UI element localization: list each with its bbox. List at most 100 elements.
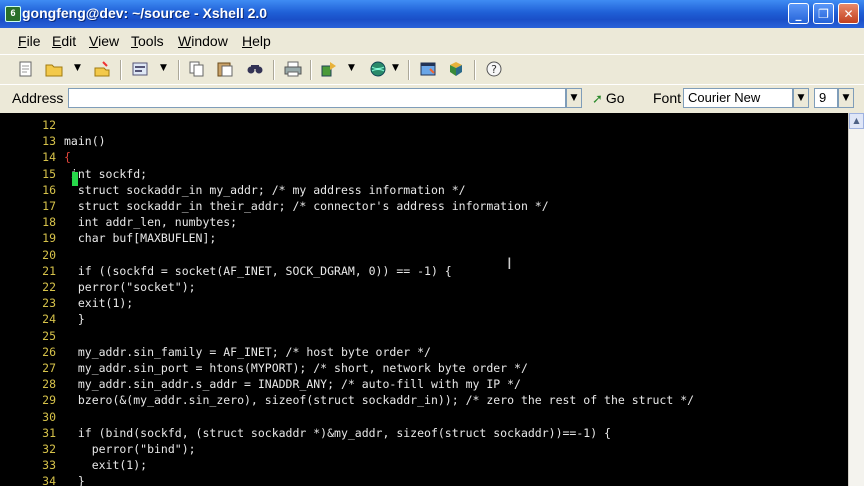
go-arrow-icon: ➚ xyxy=(592,91,603,106)
toolbar-separator xyxy=(474,60,476,80)
line-number: 18 xyxy=(42,215,56,230)
line-number: 26 xyxy=(42,344,56,359)
globe-dropdown-arrow[interactable]: ▼ xyxy=(392,63,399,73)
font-family-select[interactable]: Courier New xyxy=(683,88,793,108)
open-dropdown-arrow[interactable]: ▼ xyxy=(74,63,81,73)
menu-help[interactable]: Help xyxy=(242,33,271,49)
menu-edit[interactable]: Edit xyxy=(52,33,76,49)
go-label: Go xyxy=(605,90,625,106)
menu-window-label: indow xyxy=(191,33,228,49)
code-text: int addr_len, numbytes; xyxy=(64,215,238,230)
code-text: bzero(&(my_addr.sin_zero), sizeof(struct… xyxy=(64,393,695,408)
line-number: 15 xyxy=(42,166,56,181)
new-session-icon[interactable] xyxy=(16,60,36,80)
line-number: 17 xyxy=(42,199,56,213)
terminal-cursor xyxy=(72,172,78,186)
menu-edit-accel: E xyxy=(52,33,62,49)
line-number: 28 xyxy=(42,377,56,392)
menu-view-accel: V xyxy=(89,33,99,49)
copy-icon[interactable] xyxy=(187,60,207,80)
menu-view[interactable]: View xyxy=(89,33,119,49)
toolbar-separator xyxy=(408,60,410,80)
text-cursor-ibeam-icon: I xyxy=(507,254,512,273)
toolbar-separator xyxy=(120,60,122,80)
code-text: struct sockaddr_in my_addr; /* my addres… xyxy=(64,182,466,197)
toolbar-separator xyxy=(273,60,275,80)
line-number: 21 xyxy=(42,263,56,278)
menu-bar: File Edit View Tools Window Help xyxy=(0,28,864,54)
window-title: gongfeng@dev: ~/source - Xshell 2.0 xyxy=(22,5,268,21)
transfer-icon[interactable] xyxy=(319,60,339,80)
properties-dropdown-arrow[interactable]: ▼ xyxy=(160,63,167,73)
script-icon[interactable] xyxy=(446,60,466,80)
code-text: struct sockaddr_in their_addr; /* connec… xyxy=(64,199,549,213)
line-number: 14 xyxy=(42,150,56,165)
close-button[interactable]: ✕ xyxy=(838,3,859,24)
help-icon[interactable]: ? xyxy=(484,60,504,80)
menu-window-accel: W xyxy=(178,33,192,49)
open-folder-icon[interactable] xyxy=(44,60,64,80)
menu-help-accel: H xyxy=(242,33,253,49)
code-text: main() xyxy=(64,134,106,149)
menu-file-label: ile xyxy=(26,33,41,49)
new-window-icon[interactable] xyxy=(418,60,438,80)
line-number: 13 xyxy=(42,134,56,149)
transfer-dropdown-arrow[interactable]: ▼ xyxy=(348,63,355,73)
minimize-button[interactable]: _ xyxy=(788,3,809,24)
toolbar: ▼ ▼ ▼ ▼ ? xyxy=(0,54,864,85)
line-number: 32 xyxy=(42,442,56,456)
font-family-dropdown-arrow[interactable]: ▼ xyxy=(793,88,809,108)
title-bar[interactable]: 6 gongfeng@dev: ~/source - Xshell 2.0 _ … xyxy=(0,0,864,28)
svg-text:?: ? xyxy=(491,63,497,76)
code-text: exit(1); xyxy=(64,458,148,473)
find-icon[interactable] xyxy=(245,60,265,80)
line-number: 27 xyxy=(42,361,56,375)
line-number: 31 xyxy=(42,425,56,440)
code-text: my_addr.sin_port = htons(MYPORT); /* sho… xyxy=(64,361,528,375)
line-number: 20 xyxy=(42,247,56,262)
line-number: 25 xyxy=(42,328,56,343)
code-text: if ((sockfd = socket(AF_INET, SOCK_DGRAM… xyxy=(64,263,452,278)
xshell-app-icon[interactable]: 6 xyxy=(5,6,21,22)
code-text: my_addr.sin_family = AF_INET; /* host by… xyxy=(64,344,431,359)
menu-file-accel: F xyxy=(18,33,27,49)
reconnect-icon[interactable] xyxy=(92,60,112,80)
toolbar-separator xyxy=(310,60,312,80)
menu-help-label: elp xyxy=(252,33,271,49)
address-label: Address xyxy=(12,90,64,106)
paste-icon[interactable] xyxy=(215,60,235,80)
globe-icon[interactable] xyxy=(368,60,388,80)
line-number: 12 xyxy=(42,118,56,132)
line-number: 22 xyxy=(42,280,56,294)
code-text: perror("socket"); xyxy=(64,280,196,294)
line-number: 34 xyxy=(42,474,56,486)
toolbar-separator xyxy=(178,60,180,80)
code-text: } xyxy=(64,474,85,486)
restore-button[interactable]: ❐ xyxy=(813,3,834,24)
code-text: { xyxy=(64,150,71,165)
terminal-area[interactable]: 12 13 main() 14{15 int sockfd; 16 struct soc… xyxy=(0,113,848,486)
address-dropdown-arrow[interactable]: ▼ xyxy=(566,88,582,108)
code-text: perror("bind"); xyxy=(64,442,196,456)
properties-icon[interactable] xyxy=(130,60,150,80)
address-input[interactable] xyxy=(68,88,566,108)
menu-view-label: iew xyxy=(98,33,120,49)
font-size-select[interactable]: 9 xyxy=(814,88,838,108)
font-label: Font xyxy=(653,90,682,106)
menu-tools[interactable]: Tools xyxy=(131,33,164,49)
code-text: exit(1); xyxy=(64,296,134,311)
vertical-scrollbar[interactable]: ▲ xyxy=(848,113,864,486)
menu-file[interactable]: File xyxy=(18,33,41,49)
print-icon[interactable] xyxy=(283,60,303,80)
font-size-dropdown-arrow[interactable]: ▼ xyxy=(838,88,854,108)
line-number: 19 xyxy=(42,231,56,246)
line-number: 29 xyxy=(42,393,56,408)
menu-edit-label: dit xyxy=(61,33,77,49)
line-number: 23 xyxy=(42,296,56,311)
code-text: } xyxy=(64,312,85,327)
go-button[interactable]: ➚ Go xyxy=(592,87,625,109)
scroll-up-arrow-icon[interactable]: ▲ xyxy=(849,113,864,129)
menu-tools-accel: T xyxy=(131,33,138,49)
menu-tools-label: ools xyxy=(138,33,164,49)
menu-window[interactable]: Window xyxy=(178,33,228,49)
